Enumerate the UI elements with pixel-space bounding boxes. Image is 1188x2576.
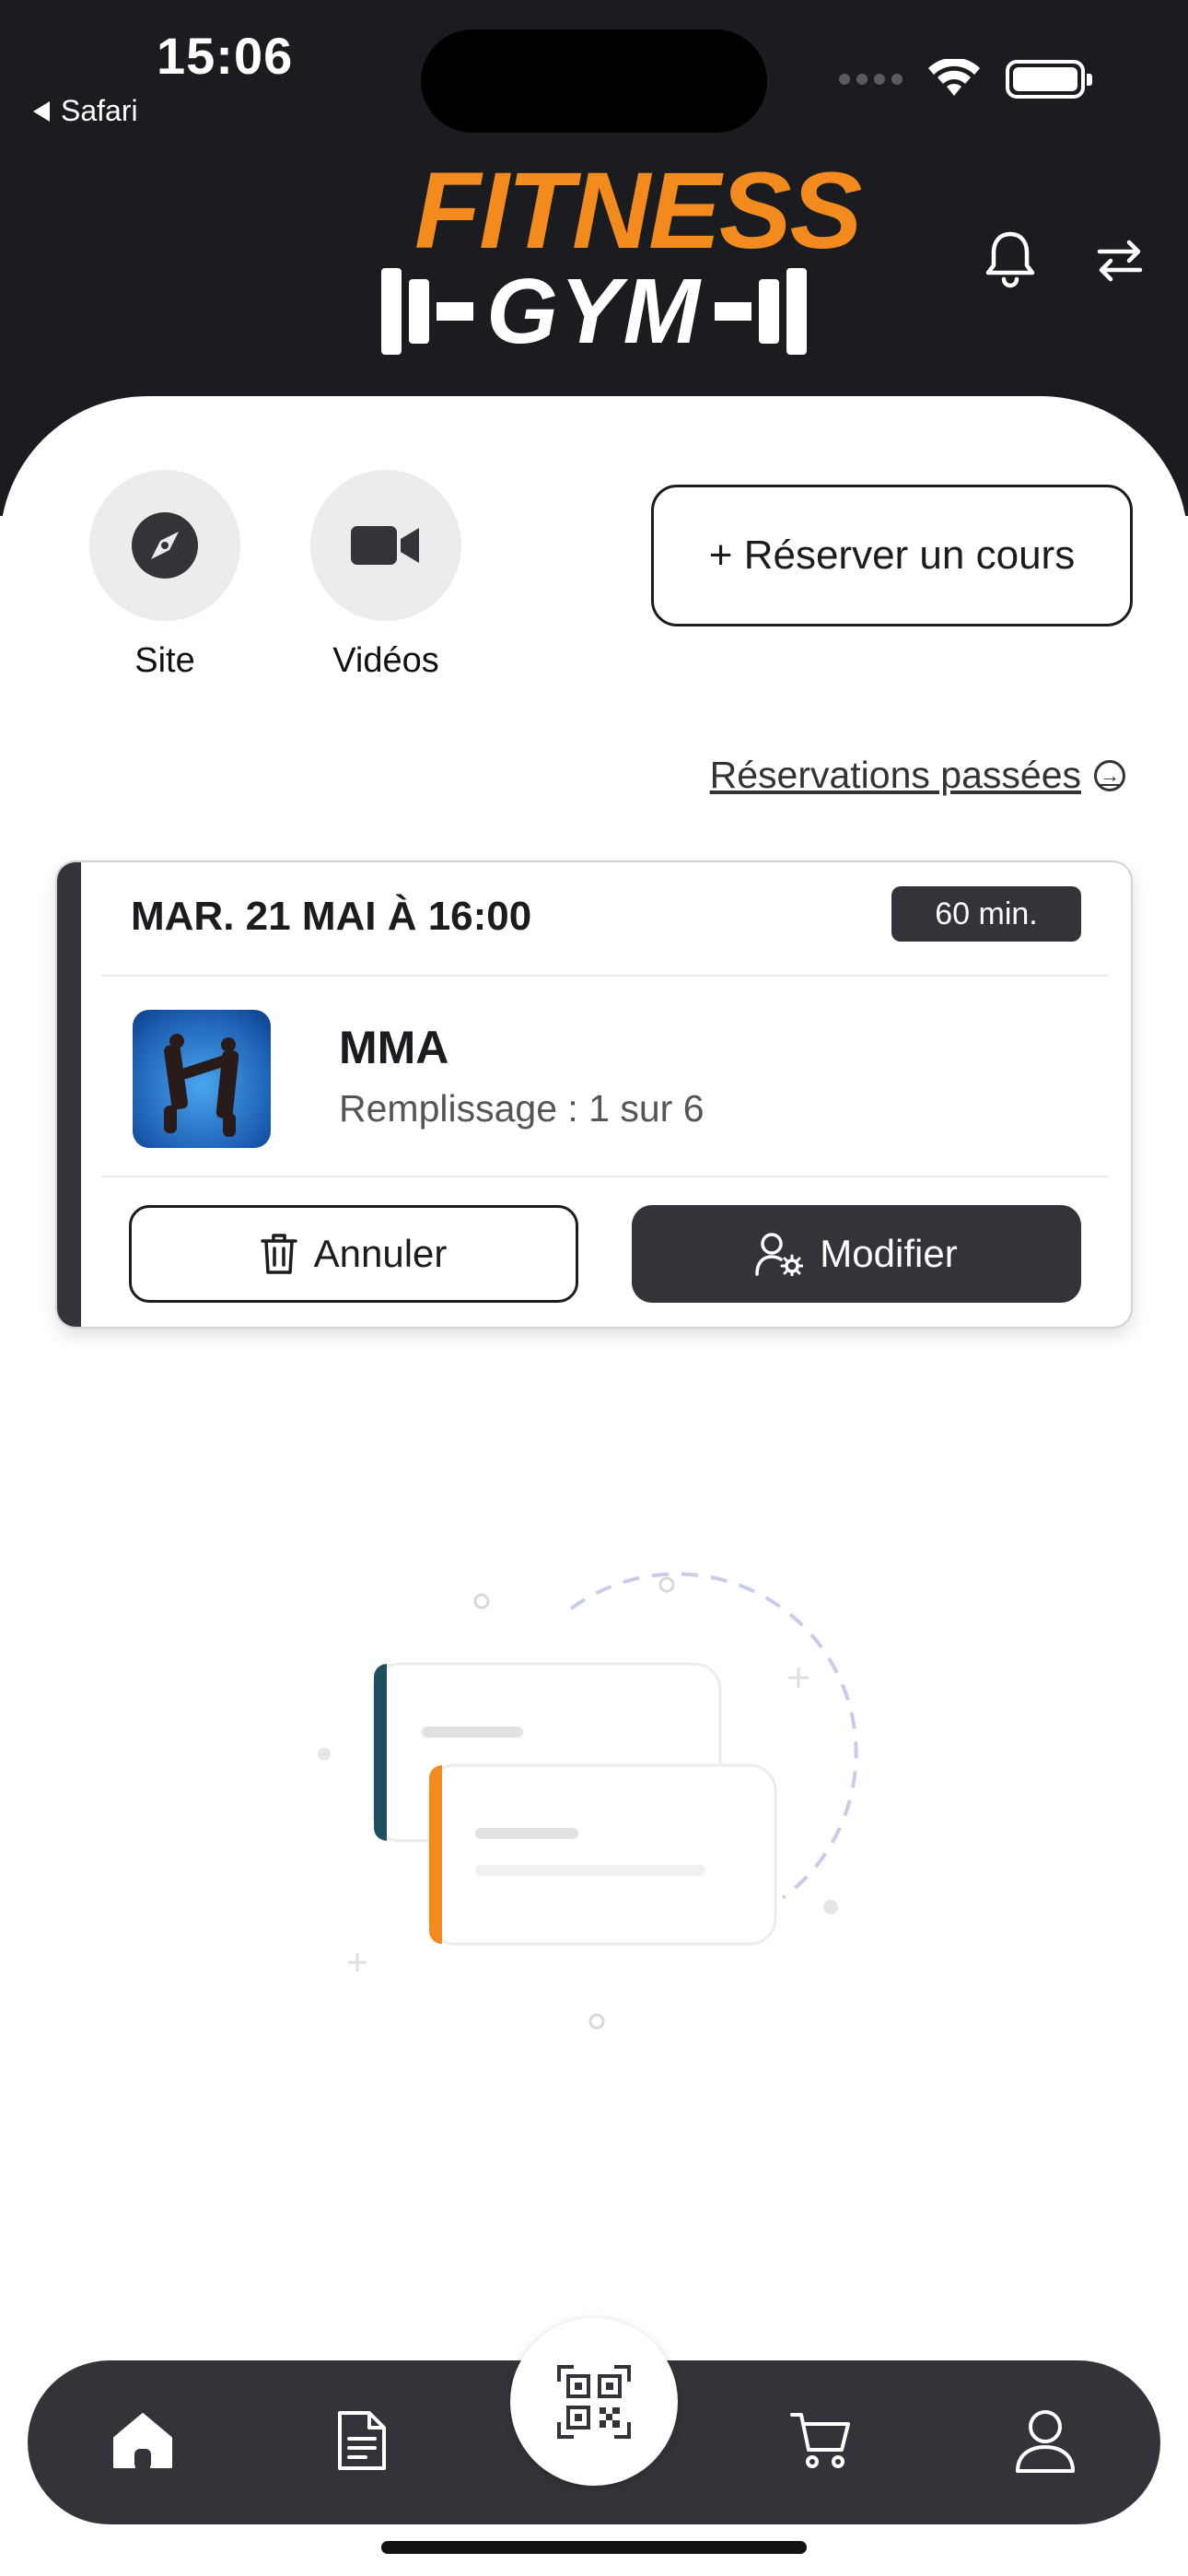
videos-shortcut[interactable]: Vidéos <box>310 470 461 681</box>
fitness-gym-logo: FITNESS GYM <box>381 150 862 369</box>
signal-icon <box>839 74 903 85</box>
site-button[interactable] <box>89 470 240 621</box>
qr-scan-button[interactable] <box>510 2318 678 2486</box>
cancel-booking-button[interactable]: Annuler <box>129 1205 578 1303</box>
videos-button[interactable] <box>310 470 461 621</box>
course-fill-status: Remplissage : 1 sur 6 <box>339 1087 705 1130</box>
dumbbell-left-icon <box>381 268 474 355</box>
compass-icon <box>132 512 198 579</box>
tab-shop[interactable] <box>779 2399 862 2482</box>
content-sheet <box>0 396 1188 2576</box>
document-icon <box>338 2411 386 2470</box>
course-thumbnail <box>133 1010 271 1148</box>
dumbbell-right-icon <box>714 268 807 355</box>
site-label: Site <box>134 641 195 680</box>
back-app-label: Safari <box>61 94 138 127</box>
bell-icon[interactable] <box>984 228 1037 289</box>
tab-profile[interactable] <box>1004 2399 1087 2482</box>
cart-icon <box>790 2413 850 2468</box>
videos-label: Vidéos <box>332 641 439 680</box>
back-to-safari[interactable]: Safari <box>33 94 138 128</box>
cancel-label: Annuler <box>313 1232 448 1275</box>
trash-icon <box>260 1234 297 1274</box>
status-time: 15:06 <box>157 27 294 85</box>
switch-account-icon[interactable] <box>1094 235 1146 287</box>
divider <box>101 1176 1109 1177</box>
video-camera-icon <box>351 526 419 565</box>
arrow-right-circle-icon: → <box>1094 759 1125 791</box>
card-accent-bar <box>57 862 81 1327</box>
booking-date: MAR. 21 MAI À 16:00 <box>131 894 532 939</box>
past-reservations-label: Réservations passées <box>709 754 1081 796</box>
qr-code-icon <box>557 2365 631 2439</box>
tab-documents[interactable] <box>320 2399 403 2482</box>
profile-icon <box>1016 2410 1075 2473</box>
status-icons <box>839 59 1092 100</box>
home-indicator <box>381 2541 807 2554</box>
duration-badge: 60 min. <box>891 886 1081 942</box>
battery-icon <box>1006 60 1092 99</box>
logo-gym-text: GYM <box>486 260 702 363</box>
home-icon <box>113 2413 172 2469</box>
wifi-icon <box>928 59 980 96</box>
past-reservations-link[interactable]: Réservations passées → <box>710 754 1125 797</box>
user-settings-icon <box>755 1233 804 1276</box>
modify-label: Modifier <box>820 1232 958 1275</box>
course-name: MMA <box>339 1022 449 1073</box>
modify-booking-button[interactable]: Modifier <box>632 1205 1081 1303</box>
back-triangle-icon <box>33 100 50 122</box>
tab-home[interactable] <box>101 2399 184 2482</box>
empty-state-illustration <box>318 1572 858 2030</box>
reserve-course-button[interactable]: + Réserver un cours <box>651 485 1133 626</box>
divider <box>101 975 1109 977</box>
booking-card: MAR. 21 MAI À 16:00 60 min. MMA Rempliss… <box>55 861 1133 1329</box>
dynamic-island <box>421 29 767 133</box>
logo-fitness-text: FITNESS <box>414 150 862 272</box>
site-shortcut[interactable]: Site <box>89 470 240 681</box>
